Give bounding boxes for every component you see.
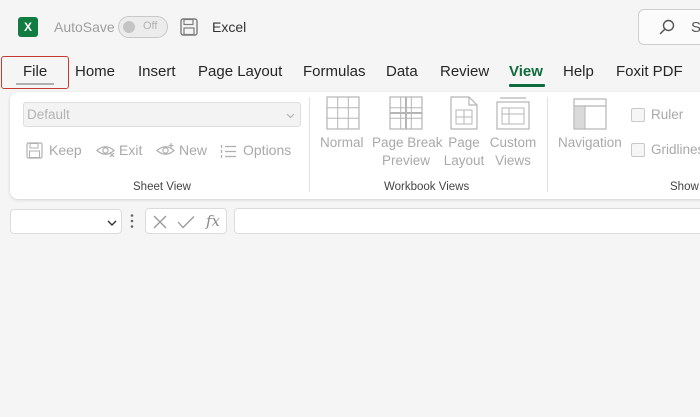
tab-view[interactable]: View (509, 63, 543, 80)
app-title: Excel (212, 19, 247, 35)
formula-bar-buttons: fx (145, 208, 227, 234)
list-options-icon (220, 145, 236, 158)
custom-views-button[interactable]: Custom Views (488, 96, 538, 171)
tab-insert[interactable]: Insert (138, 63, 176, 80)
page-layout-label-2: Layout (443, 153, 485, 168)
custom-views-icon (496, 97, 530, 130)
page-break-preview-button[interactable]: Page Break Preview (372, 96, 443, 171)
normal-view-button[interactable]: Normal (320, 96, 372, 158)
autosave-toggle[interactable]: Off (118, 16, 168, 38)
page-layout-icon (450, 96, 478, 130)
more-options-icon[interactable] (130, 213, 134, 229)
exit-label: Exit (119, 142, 143, 158)
group-label-workbook-views: Workbook Views (384, 181, 470, 193)
autosave-label: AutoSave (54, 19, 115, 35)
excel-logo-icon: X (18, 17, 38, 37)
page-break-preview-icon (389, 96, 423, 130)
chevron-down-icon[interactable] (107, 218, 117, 228)
sheet-view-select[interactable]: Default (23, 102, 301, 127)
ribbon: Default Keep Exit New Options Sheet View… (10, 92, 700, 199)
page-break-label-1: Page Break (372, 135, 443, 150)
ruler-label: Ruler (651, 107, 684, 122)
keep-label: Keep (49, 142, 82, 158)
gridlines-checkbox[interactable]: Gridlines (631, 142, 700, 160)
ruler-checkbox-box (631, 108, 645, 122)
tab-foxit-pdf[interactable]: Foxit PDF (616, 63, 683, 80)
page-break-label-2: Preview (381, 153, 430, 168)
insert-function-button[interactable]: fx (206, 212, 220, 230)
navigation-pane-icon (573, 98, 607, 130)
sheet-view-select-value: Default (27, 107, 70, 122)
page-layout-view-button[interactable]: Page Layout (442, 96, 486, 171)
search-box[interactable]: S (638, 9, 700, 45)
navigation-button[interactable]: Navigation (557, 96, 629, 156)
tab-formulas[interactable]: Formulas (303, 63, 366, 80)
enter-check-icon[interactable] (177, 215, 195, 229)
name-box[interactable] (10, 209, 122, 234)
search-text: S (691, 19, 700, 36)
tab-review[interactable]: Review (440, 63, 489, 80)
gridlines-checkbox-box (631, 143, 645, 157)
page-layout-label-1: Page (448, 135, 480, 150)
search-icon (659, 19, 675, 35)
eye-exit-icon (96, 146, 115, 158)
navigation-label: Navigation (558, 135, 622, 150)
tab-help[interactable]: Help (563, 63, 594, 80)
autosave-state: Off (143, 20, 158, 32)
tab-data[interactable]: Data (386, 63, 418, 80)
view-tab-underline (509, 84, 545, 87)
group-label-sheet-view: Sheet View (133, 181, 191, 193)
title-bar: X AutoSave Off Excel S (0, 0, 700, 54)
new-button[interactable]: New (156, 141, 208, 161)
keep-button[interactable]: Keep (26, 141, 82, 161)
ribbon-separator (547, 97, 548, 192)
options-button[interactable]: Options (220, 141, 295, 161)
file-tab-underline (16, 83, 54, 85)
chevron-down-icon (286, 113, 295, 119)
toggle-knob (123, 21, 135, 33)
exit-button[interactable]: Exit (96, 141, 146, 161)
options-label: Options (243, 142, 292, 158)
tab-page-layout[interactable]: Page Layout (198, 63, 282, 80)
new-label: New (179, 142, 208, 158)
eye-new-icon (156, 143, 175, 155)
worksheet-area[interactable] (0, 240, 700, 417)
group-label-show: Show (670, 181, 699, 193)
normal-view-icon (326, 96, 360, 130)
formula-input[interactable] (234, 208, 700, 234)
ruler-checkbox[interactable]: Ruler (631, 107, 700, 125)
tab-file[interactable]: File (23, 63, 47, 80)
ribbon-separator (309, 97, 310, 192)
save-icon (26, 142, 43, 159)
tab-home[interactable]: Home (75, 63, 115, 80)
gridlines-label: Gridlines (651, 142, 700, 157)
custom-views-label-2: Views (495, 153, 531, 168)
save-icon[interactable] (180, 18, 198, 36)
custom-views-label-1: Custom (489, 135, 537, 150)
cancel-icon[interactable] (153, 215, 167, 229)
normal-view-label: Normal (320, 135, 364, 150)
